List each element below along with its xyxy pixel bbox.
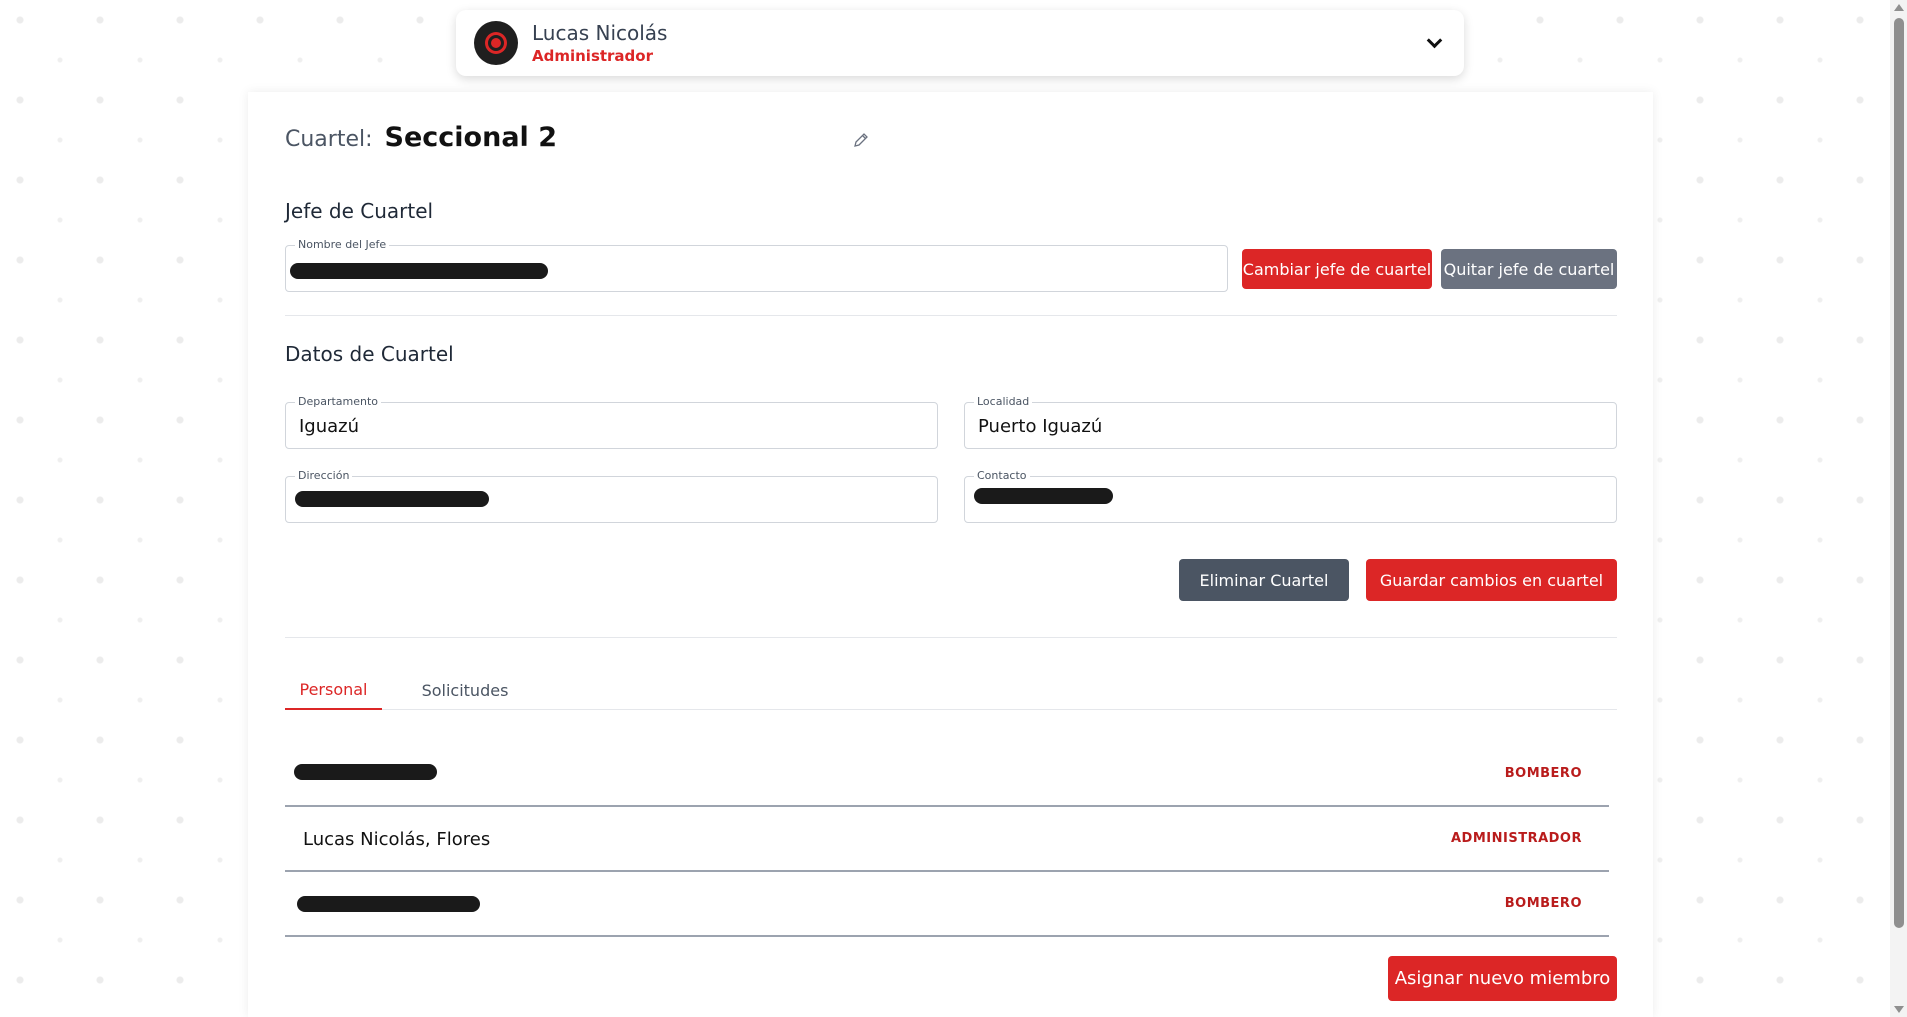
page-scrollbar[interactable] <box>1890 0 1907 1017</box>
delete-cuartel-button[interactable]: Eliminar Cuartel <box>1179 559 1349 601</box>
assign-member-button[interactable]: Asignar nuevo miembro <box>1388 956 1617 1001</box>
contacto-field[interactable]: Contacto <box>964 469 1617 523</box>
chevron-down-icon[interactable] <box>1426 32 1443 48</box>
save-cuartel-button[interactable]: Guardar cambios en cuartel <box>1366 559 1617 601</box>
scroll-down-arrow-icon[interactable] <box>1894 1006 1904 1013</box>
divider <box>285 315 1617 316</box>
localidad-value: Puerto Iguazú <box>978 416 1103 437</box>
contacto-label: Contacto <box>974 469 1030 482</box>
departamento-value: Iguazú <box>299 416 360 437</box>
user-info: Lucas Nicolás Administrador <box>532 21 667 65</box>
localidad-field[interactable]: Localidad Puerto Iguazú <box>964 395 1617 449</box>
departamento-label: Departamento <box>295 395 382 408</box>
localidad-label: Localidad <box>974 395 1033 408</box>
firefighter-badge-icon <box>488 35 504 51</box>
member-name: Lucas Nicolás, Flores <box>303 829 491 850</box>
member-role: ADMINISTRADOR <box>1451 831 1582 846</box>
datos-section-title: Datos de Cuartel <box>285 342 454 366</box>
user-name: Lucas Nicolás <box>532 21 668 45</box>
tabs: Personal Solicitudes <box>285 670 1617 710</box>
cuartel-name: Seccional 2 <box>384 122 557 153</box>
tab-personal[interactable]: Personal <box>285 670 382 710</box>
direccion-field[interactable]: Dirección <box>285 469 938 523</box>
cuartel-card: Cuartel: Seccional 2 Jefe de Cuartel Nom… <box>248 92 1653 1017</box>
member-role: BOMBERO <box>1504 766 1582 781</box>
tab-solicitudes[interactable]: Solicitudes <box>415 670 515 710</box>
user-role: Administrador <box>532 47 653 65</box>
avatar <box>474 21 518 65</box>
redacted-text <box>290 263 548 279</box>
scroll-up-arrow-icon[interactable] <box>1894 4 1904 11</box>
change-jefe-button[interactable]: Cambiar jefe de cuartel <box>1242 249 1432 289</box>
divider <box>285 637 1617 638</box>
cuartel-label: Cuartel: <box>285 127 373 152</box>
member-role: BOMBERO <box>1504 896 1582 911</box>
redacted-text <box>297 896 480 912</box>
redacted-text <box>294 764 437 780</box>
remove-jefe-button[interactable]: Quitar jefe de cuartel <box>1441 249 1617 289</box>
scrollbar-thumb[interactable] <box>1894 18 1904 928</box>
member-row[interactable]: BOMBERO <box>285 742 1609 807</box>
jefe-name-field[interactable]: Nombre del Jefe <box>285 238 1228 292</box>
jefe-name-label: Nombre del Jefe <box>295 238 390 251</box>
pencil-icon[interactable] <box>853 132 869 148</box>
member-row[interactable]: BOMBERO <box>285 872 1609 937</box>
member-row[interactable]: Lucas Nicolás, Flores ADMINISTRADOR <box>285 807 1609 872</box>
redacted-text <box>974 488 1113 504</box>
jefe-section-title: Jefe de Cuartel <box>285 199 434 223</box>
departamento-field[interactable]: Departamento Iguazú <box>285 395 938 449</box>
user-menu[interactable]: Lucas Nicolás Administrador <box>456 10 1464 76</box>
direccion-label: Dirección <box>295 469 353 482</box>
page-title: Cuartel: Seccional 2 <box>285 122 557 153</box>
redacted-text <box>295 491 489 507</box>
